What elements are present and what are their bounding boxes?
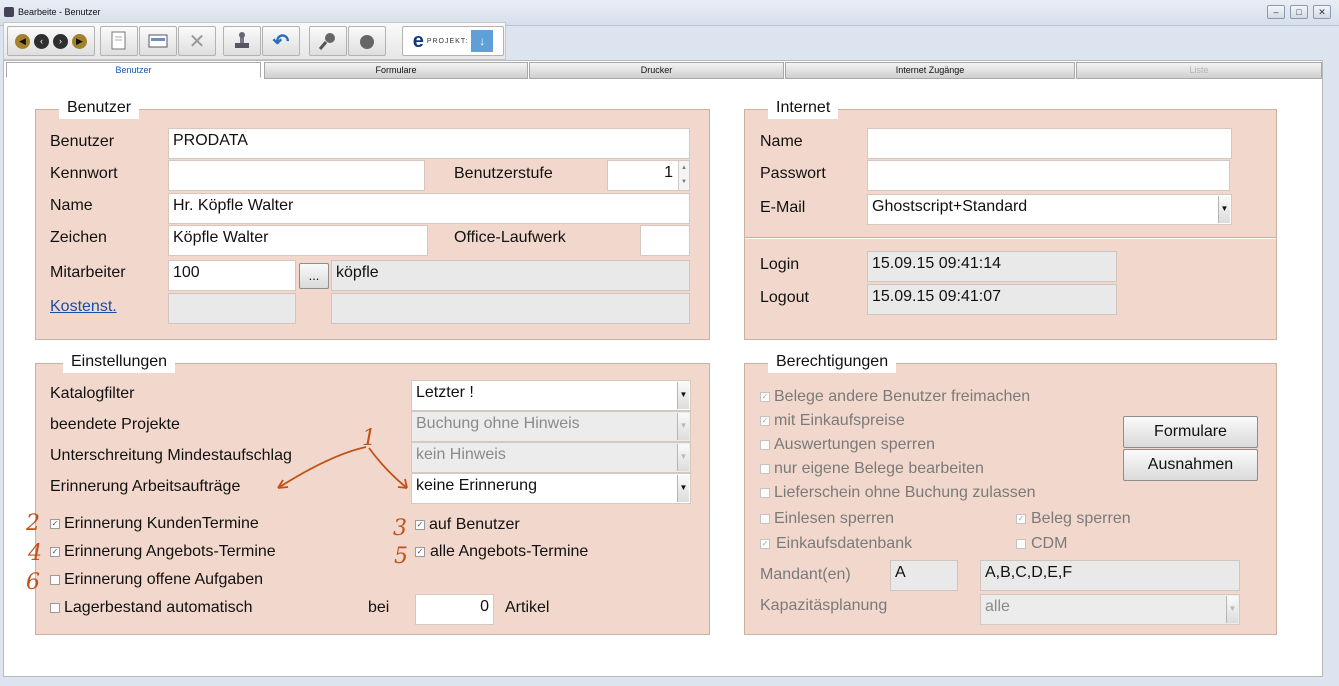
annotation-2: 2 [25,511,40,536]
annotation-4: 4 [27,541,42,566]
annotation-3: 3 [393,516,407,541]
arrow-right [368,447,408,489]
annotation-overlay: 1 2 3 4 5 6 [25,426,408,595]
annotation-1: 1 [362,426,376,451]
annotation-6: 6 [26,570,40,595]
annotation-5: 5 [394,544,408,569]
arrow-left [277,446,367,489]
annotation-arrows [277,446,408,489]
